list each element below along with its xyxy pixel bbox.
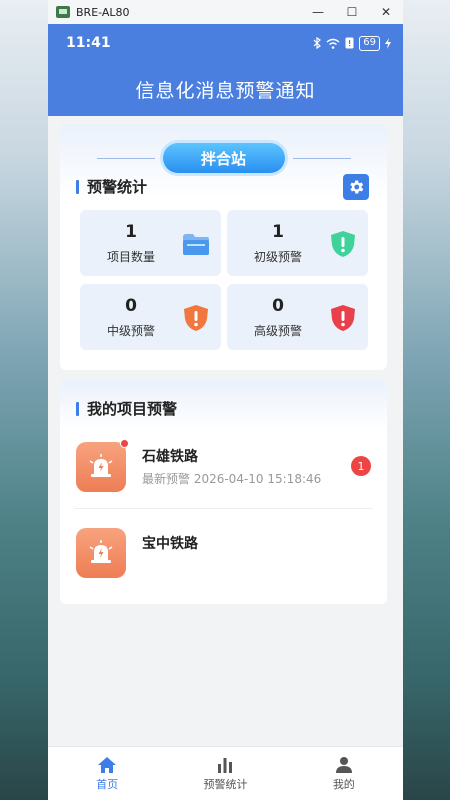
- stat-label: 初级预警: [253, 250, 302, 264]
- alarm-light-icon: [89, 454, 113, 477]
- unread-dot: [120, 439, 129, 448]
- stats-section-title: 预警统计: [76, 176, 147, 197]
- project-icon: [76, 528, 126, 578]
- stat-tile-project-count[interactable]: 1 项目数量: [80, 210, 221, 276]
- app-window: BRE-AL80 — ☐ ✕ 11:41 69 信息化消息预警通知 拌合站 预警…: [48, 0, 403, 800]
- background-right: [402, 0, 450, 800]
- stat-tile-primary-warning[interactable]: 1 初级预警: [227, 210, 368, 276]
- divider-line-right: [292, 157, 351, 159]
- orange-shield-alert-icon: [184, 305, 208, 331]
- alarm-light-icon: [89, 540, 113, 563]
- tab-label: 我的: [332, 777, 355, 791]
- station-label: 拌合站: [200, 149, 246, 168]
- home-icon: [98, 756, 117, 773]
- tab-warning-stats[interactable]: 预警统计: [166, 747, 284, 800]
- stat-label: 项目数量: [106, 250, 155, 264]
- project-name: 石雄铁路: [142, 449, 198, 465]
- wifi-icon: [326, 38, 340, 49]
- minimize-button[interactable]: —: [301, 5, 335, 19]
- tab-label: 首页: [96, 777, 119, 791]
- charging-icon: [385, 37, 391, 49]
- projects-section-title: 我的项目预警: [76, 398, 177, 419]
- project-icon: [76, 439, 129, 492]
- stat-label: 中级预警: [106, 324, 155, 338]
- station-selector-button[interactable]: 拌合站: [162, 143, 285, 173]
- green-shield-alert-icon: [331, 231, 355, 257]
- window-title: BRE-AL80: [76, 5, 130, 19]
- sim-icon: [345, 37, 354, 49]
- stats-card: 拌合站 预警统计 1 项目数量 1 初级预警 0 中级预警 0 高级预警: [60, 124, 387, 370]
- title-accent-bar: [76, 401, 79, 416]
- page-header: 信息化消息预警通知: [48, 62, 403, 116]
- projects-card: 我的项目预警 石雄铁路 最新预警 2026-04-10 15:18:46 1 宝…: [60, 380, 387, 604]
- background-left: [0, 0, 48, 800]
- app-icon: [56, 6, 70, 18]
- tab-mine[interactable]: 我的: [285, 747, 403, 800]
- close-button[interactable]: ✕: [369, 5, 403, 19]
- user-icon: [335, 756, 352, 773]
- status-bar: 11:41 69: [48, 24, 403, 62]
- battery-level: 69: [359, 35, 380, 51]
- project-item-shixiong[interactable]: 石雄铁路 最新预警 2026-04-10 15:18:46 1: [74, 439, 373, 494]
- bluetooth-icon: [313, 37, 322, 49]
- status-time: 11:41: [66, 35, 111, 51]
- stat-label: 高级预警: [253, 324, 302, 338]
- bar-chart-icon: [218, 757, 233, 773]
- stat-value: 1: [125, 222, 137, 242]
- stat-value: 0: [272, 296, 284, 316]
- projects-title-text: 我的项目预警: [87, 400, 178, 418]
- stat-value: 0: [125, 296, 137, 316]
- tab-home[interactable]: 首页: [48, 747, 166, 800]
- window-titlebar: BRE-AL80 — ☐ ✕: [48, 0, 403, 24]
- tab-label: 预警统计: [203, 777, 248, 791]
- stats-title-text: 预警统计: [87, 178, 148, 196]
- list-divider: [74, 508, 373, 509]
- bottom-tab-bar: 首页 预警统计 我的: [48, 746, 403, 800]
- project-item-baozhong[interactable]: 宝中铁路: [74, 528, 373, 580]
- red-shield-alert-icon: [331, 305, 355, 331]
- stat-tile-medium-warning[interactable]: 0 中级预警: [80, 284, 221, 350]
- project-name: 宝中铁路: [142, 536, 198, 552]
- warning-count-badge: 1: [351, 456, 371, 476]
- gear-icon: [350, 180, 364, 194]
- maximize-button[interactable]: ☐: [335, 5, 369, 19]
- stat-value: 1: [272, 222, 284, 242]
- folder-icon: [183, 234, 209, 255]
- station-selector-row: 拌合站: [60, 142, 387, 174]
- divider-line-left: [96, 157, 155, 159]
- settings-button[interactable]: [343, 174, 369, 200]
- status-icons: 69: [313, 35, 391, 51]
- title-accent-bar: [76, 179, 79, 194]
- page-title: 信息化消息预警通知: [135, 79, 316, 102]
- project-latest-warning: 最新预警 2026-04-10 15:18:46: [142, 472, 322, 486]
- stat-tile-high-warning[interactable]: 0 高级预警: [227, 284, 368, 350]
